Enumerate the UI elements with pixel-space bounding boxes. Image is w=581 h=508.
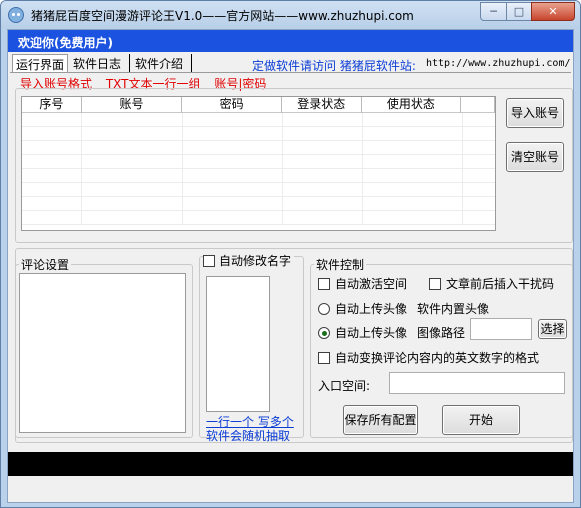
col-login-status[interactable]: 登录状态 xyxy=(282,97,362,113)
avatar-path-radio[interactable]: 自动上传头像 图像路径 xyxy=(318,324,465,341)
footer-area xyxy=(8,476,573,502)
auto-name-label: 自动修改名字 xyxy=(219,254,292,268)
software-control-title: 软件控制 xyxy=(316,258,365,272)
table-row xyxy=(22,169,495,183)
avatar-builtin-suffix: 软件内置头像 xyxy=(417,302,490,316)
status-bar xyxy=(8,452,573,476)
auto-name-checkbox[interactable]: 自动修改名字 xyxy=(203,252,295,269)
tab-log[interactable]: 软件日志 xyxy=(70,54,130,72)
app-window: 猪猪屁百度空间漫游评论王V1.0——官方网站——www.zhuzhupi.com… xyxy=(0,0,581,508)
col-index[interactable]: 序号 xyxy=(22,97,82,113)
radio-icon xyxy=(318,303,330,315)
welcome-bar: 欢迎你(免费用户) xyxy=(8,30,573,52)
checkbox-icon xyxy=(429,278,441,290)
col-password[interactable]: 密码 xyxy=(182,97,282,113)
avatar-builtin-label: 自动上传头像 xyxy=(335,302,408,316)
names-hint-line1: 一行一个 写多个 xyxy=(206,415,294,429)
checkbox-icon xyxy=(318,352,330,364)
tab-run[interactable]: 运行界面 xyxy=(12,54,68,73)
table-row xyxy=(22,113,495,127)
tab-divider xyxy=(10,72,571,73)
convert-format-checkbox[interactable]: 自动变换评论内容内的英文数字的格式 xyxy=(318,349,539,366)
insert-noise-label: 文章前后插入干扰码 xyxy=(446,277,555,291)
table-body xyxy=(22,113,495,225)
maximize-button[interactable]: □ xyxy=(506,2,532,21)
auto-activate-label: 自动激活空间 xyxy=(335,277,408,291)
avatar-builtin-radio[interactable]: 自动上传头像 软件内置头像 xyxy=(318,300,489,317)
close-icon: ✕ xyxy=(548,5,558,18)
table-row xyxy=(22,141,495,155)
tab-about[interactable]: 软件介绍 xyxy=(132,54,192,72)
auto-activate-checkbox[interactable]: 自动激活空间 xyxy=(318,275,407,292)
checkbox-icon xyxy=(203,255,215,267)
pig-app-icon xyxy=(8,7,24,23)
col-use-status[interactable]: 使用状态 xyxy=(362,97,462,113)
maximize-icon: □ xyxy=(513,5,525,18)
avatar-path-suffix: 图像路径 xyxy=(417,326,466,340)
radio-selected-icon xyxy=(318,327,330,339)
table-row xyxy=(22,155,495,169)
table-header: 序号 账号 密码 登录状态 使用状态 xyxy=(22,97,495,113)
minimize-icon: ─ xyxy=(490,5,497,18)
table-row xyxy=(22,211,495,225)
col-account[interactable]: 账号 xyxy=(82,97,183,113)
welcome-text: 欢迎你(免费用户) xyxy=(18,36,113,50)
start-button[interactable]: 开始 xyxy=(442,405,520,435)
table-row xyxy=(22,197,495,211)
names-textarea[interactable] xyxy=(206,276,270,412)
promo-url-link[interactable]: http://www.zhuzhupi.com/ xyxy=(426,58,571,69)
import-accounts-button[interactable]: 导入账号 xyxy=(506,98,564,128)
convert-format-label: 自动变换评论内容内的英文数字的格式 xyxy=(335,351,540,365)
comment-textarea[interactable] xyxy=(19,273,186,433)
comment-settings-title: 评论设置 xyxy=(21,258,70,272)
names-hint: 一行一个 写多个 软件会随机抽取 xyxy=(206,415,301,443)
names-hint-line2: 软件会随机抽取 xyxy=(206,429,291,443)
image-path-input[interactable] xyxy=(470,318,532,340)
entry-space-label: 入口空间: xyxy=(318,379,371,393)
client-area: 欢迎你(免费用户) 运行界面 软件日志 软件介绍 定做软件请访问 猪猪屁软件站:… xyxy=(7,29,574,503)
title-bar[interactable]: 猪猪屁百度空间漫游评论王V1.0——官方网站——www.zhuzhupi.com… xyxy=(1,1,580,29)
save-config-button[interactable]: 保存所有配置 xyxy=(343,405,418,435)
col-filler xyxy=(461,97,495,113)
clear-accounts-button[interactable]: 清空账号 xyxy=(506,142,564,172)
accounts-table[interactable]: 序号 账号 密码 登录状态 使用状态 xyxy=(21,96,496,231)
table-row xyxy=(22,127,495,141)
insert-noise-checkbox[interactable]: 文章前后插入干扰码 xyxy=(429,275,554,292)
minimize-button[interactable]: ─ xyxy=(480,2,507,21)
window-title: 猪猪屁百度空间漫游评论王V1.0——官方网站——www.zhuzhupi.com xyxy=(31,9,414,23)
close-button[interactable]: ✕ xyxy=(531,2,575,21)
avatar-path-label: 自动上传头像 xyxy=(335,326,408,340)
checkbox-icon xyxy=(318,278,330,290)
choose-path-button[interactable]: 选择 xyxy=(538,319,567,339)
table-row xyxy=(22,183,495,197)
entry-space-input[interactable] xyxy=(389,372,565,394)
